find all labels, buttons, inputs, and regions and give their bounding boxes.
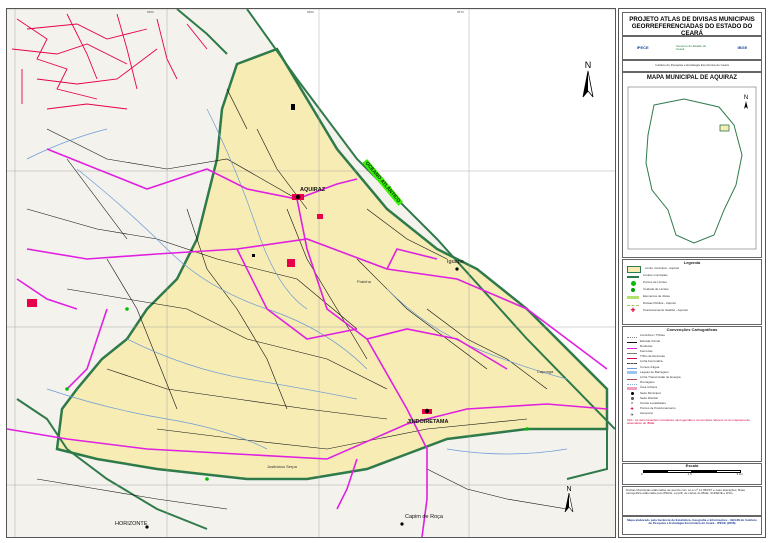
project-title-line1: PROJETO ATLAS DE DIVISAS MUNICIPAIS [629, 16, 755, 23]
town-label: Iguape [447, 259, 464, 265]
convention-icon [627, 339, 637, 344]
footer-box: Mapa elaborado pela Gerência de Estatíst… [622, 516, 762, 535]
conventions-title: Convenções Cartográficas [666, 327, 718, 332]
town-label: Capim de Roça [405, 514, 443, 520]
legend-item: Pontos de Limites [623, 280, 761, 287]
north-label: N [585, 60, 592, 70]
legend-cross-icon: ✚ [630, 307, 636, 314]
legend-box-icon [627, 265, 641, 273]
scale-bar [643, 469, 741, 473]
legend-item: Limite municipal - Aquiraz [623, 265, 761, 273]
legend-box: Legenda Limite municipal - Aquiraz Limit… [622, 259, 762, 325]
place-label: Prainha [357, 279, 371, 284]
place-label: Caponga [537, 369, 554, 374]
logos-box: IPECE Governo do Estado do Ceará IBGE [622, 36, 762, 60]
state-inset-map: N [627, 86, 757, 250]
inset-north-label: N [744, 95, 748, 101]
map-canvas [7, 9, 615, 537]
town-label: AQUIRAZ [300, 187, 326, 193]
legend-dash-icon [627, 303, 639, 306]
convention-icon: ✚ [630, 406, 634, 412]
convention-icon [627, 365, 637, 370]
convention-icon [627, 355, 637, 359]
red-note: Obs.: As denominações constantes nas leg… [627, 417, 750, 426]
legend-item: Unidade de Limites [623, 287, 761, 294]
legend-dot-icon [627, 280, 639, 286]
map-title: MAPA MUNICIPAL DE AQUIRAZ [646, 75, 738, 81]
convention-icon [627, 350, 637, 354]
footer-text: Mapa elaborado pela Gerência de Estatíst… [627, 518, 757, 526]
place-label: Justiniano Serpa [267, 464, 297, 469]
convention-icon [627, 360, 637, 365]
convention-icon [627, 386, 637, 390]
map-sheet: 9550 9560 9570 OCEANO ATLÂNTICO N N AQUI… [0, 0, 768, 543]
convention-icon [627, 334, 637, 339]
title-box: PROJETO ATLAS DE DIVISAS MUNICIPAIS GEOR… [622, 12, 762, 37]
scale-title: Escala [685, 463, 699, 468]
convention-icon [627, 376, 637, 380]
map-view[interactable]: 9550 9560 9570 OCEANO ATLÂNTICO N N AQUI… [6, 8, 616, 538]
north-label-bottom: N [566, 486, 571, 493]
notes-box: Divisas Municipais elaboradas de acordo … [622, 486, 762, 516]
legend-line-icon [627, 274, 639, 279]
legend-item: Limites municipais [623, 273, 761, 280]
aquiraz-location [719, 124, 730, 132]
convention-icon [627, 396, 637, 400]
town-label: HORIZONTE [115, 521, 148, 527]
ipece-logo: IPECE [636, 44, 649, 50]
legend-band-icon [627, 295, 639, 299]
convention-icon [627, 371, 637, 374]
convention-icon [627, 402, 637, 405]
airport-icon: ✈ [630, 411, 634, 417]
side-panel: PROJETO ATLAS DE DIVISAS MUNICIPAIS GEOR… [618, 8, 766, 538]
notes-text: Divisas Municipais elaboradas de acordo … [626, 488, 745, 496]
credits-text: Instituto de Pesquisa e Estratégia Econô… [655, 63, 729, 67]
ibge-logo: IBGE [737, 44, 748, 50]
legend-item: Divisas Pública - Aquiraz [623, 301, 761, 308]
ceara-logo: Governo do Estado do Ceará [676, 43, 707, 51]
conventions-box: Convenções Cartográficas Caminhos / Tril… [622, 326, 762, 462]
legend-dot-icon [627, 287, 639, 293]
town-label: JINDOIRETAMA [407, 419, 449, 425]
convention-icon [627, 391, 637, 395]
legend-item: ✚ Posicionamento Satélite - Aquiraz [623, 308, 761, 315]
legend-item: Elementos de divisa [623, 294, 761, 301]
scale-labels: 0 1,5 3 km [641, 471, 743, 476]
project-title-line2: GEORREFERENCIADAS DO ESTADO DO CEARÁ [631, 23, 753, 37]
convention-icon [627, 381, 637, 385]
convention-icon [627, 345, 637, 349]
credits-box: Instituto de Pesquisa e Estratégia Econô… [622, 60, 762, 72]
scale-box: Escala 0 1,5 3 km [622, 463, 762, 485]
inset-box: MAPA MUNICIPAL DE AQUIRAZ N [622, 72, 762, 258]
